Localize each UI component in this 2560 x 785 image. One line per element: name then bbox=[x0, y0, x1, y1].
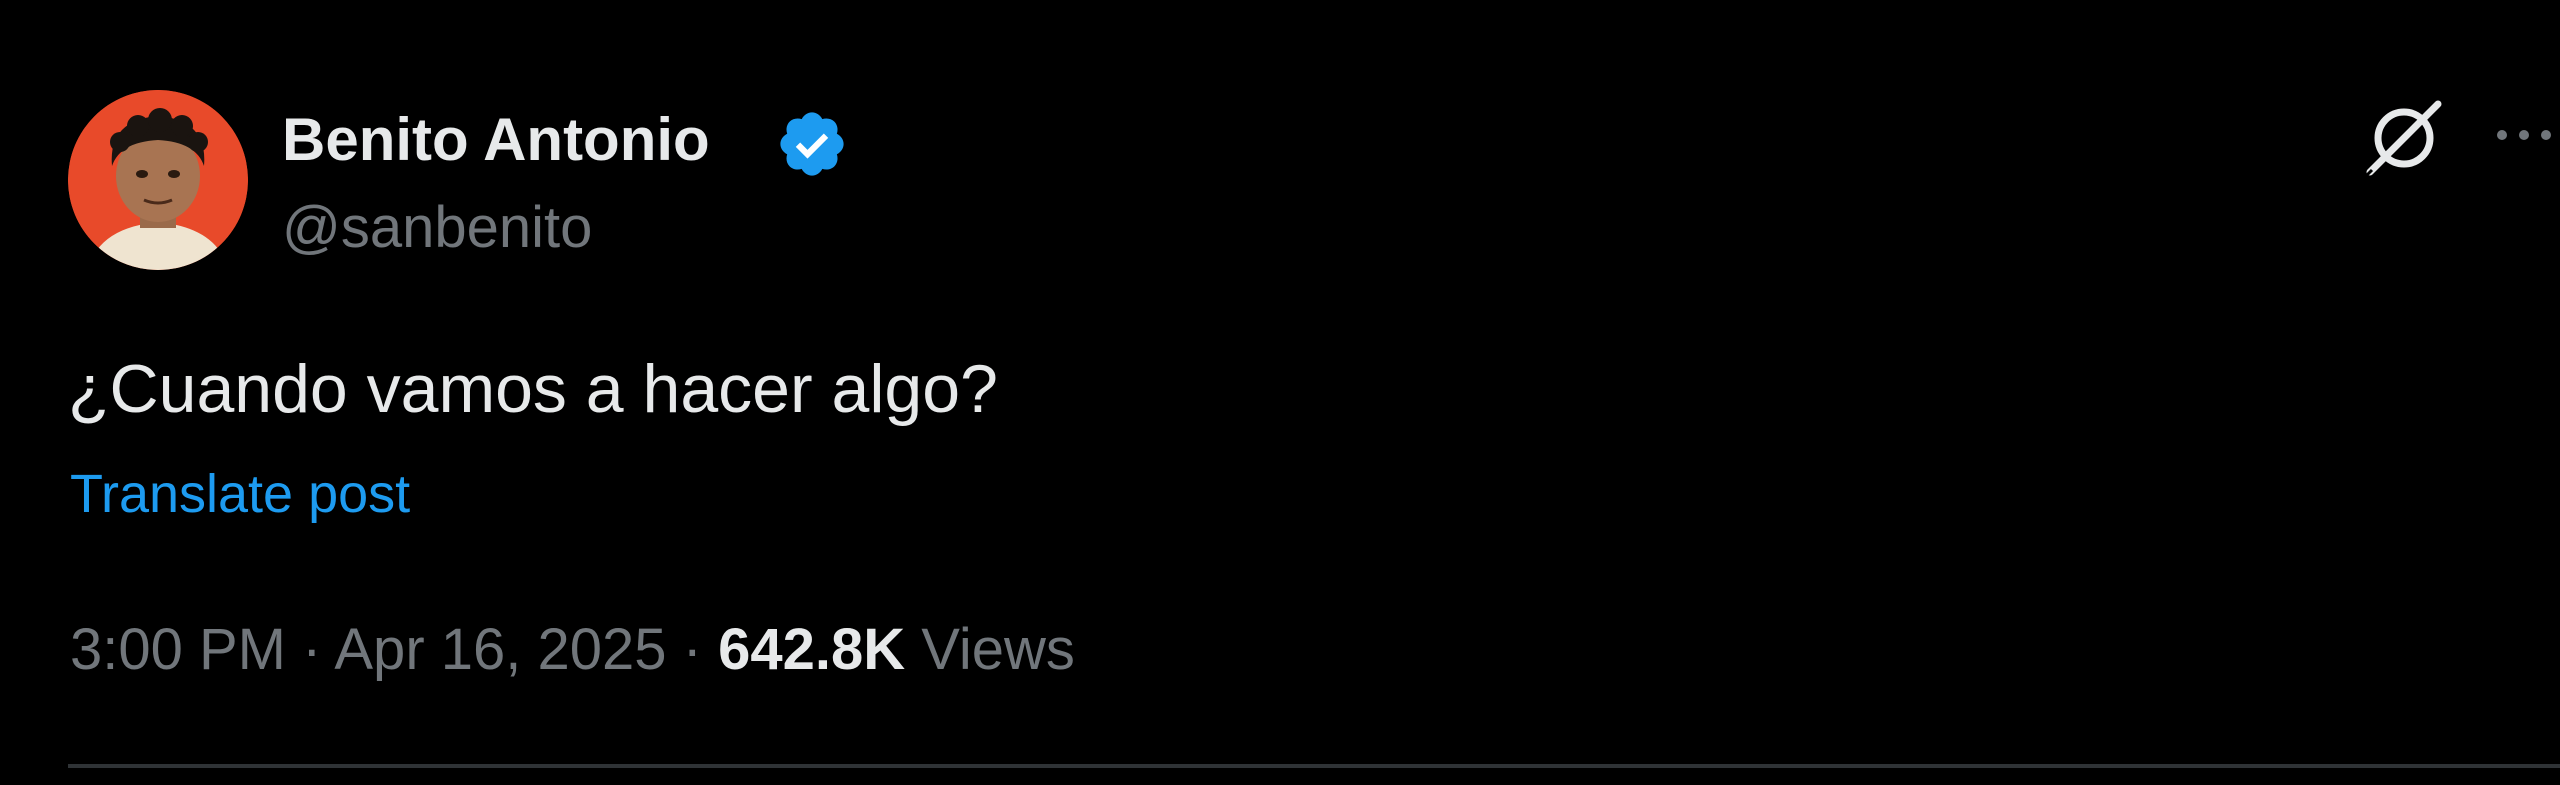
author-handle[interactable]: @sanbenito bbox=[282, 190, 592, 266]
avatar-image bbox=[68, 90, 248, 270]
meta-separator: · bbox=[682, 617, 702, 682]
post-time[interactable]: 3:00 PM bbox=[70, 617, 286, 682]
post-text: ¿Cuando vamos a hacer algo? bbox=[68, 351, 998, 427]
views-count: 642.8K bbox=[718, 617, 906, 682]
avatar[interactable] bbox=[68, 90, 248, 270]
views-label: Views bbox=[921, 617, 1075, 682]
more-options-icon[interactable] bbox=[2490, 120, 2560, 150]
post-date[interactable]: Apr 16, 2025 bbox=[334, 617, 666, 682]
grok-icon[interactable] bbox=[2362, 96, 2446, 180]
author-name[interactable]: Benito Antonio bbox=[282, 100, 710, 180]
verified-badge-icon bbox=[780, 112, 844, 176]
meta-separator: · bbox=[302, 617, 322, 682]
tweet: Benito Antonio @sanbenito ¿Cuando vamos … bbox=[0, 0, 2560, 785]
translate-post-link[interactable]: Translate post bbox=[70, 458, 410, 530]
divider bbox=[68, 764, 2560, 768]
post-meta: 3:00 PM · Apr 16, 2025 · 642.8K Views bbox=[70, 612, 1075, 688]
